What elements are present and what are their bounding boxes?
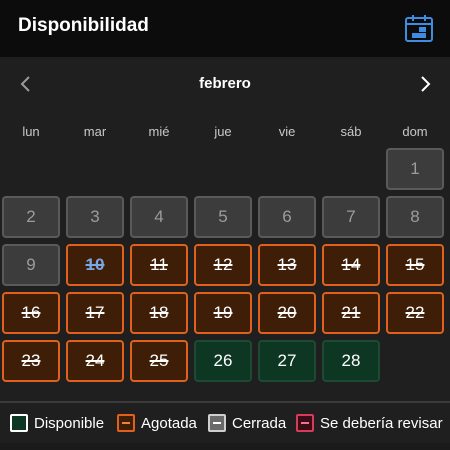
day-cell[interactable]: 11 [130, 244, 188, 286]
page-title: Disponibilidad [18, 15, 149, 36]
day-cell[interactable]: 21 [322, 292, 380, 334]
weekday-label: mié [148, 124, 170, 139]
legend-closed: Cerrada [208, 412, 286, 434]
soldout-swatch-icon [117, 414, 135, 432]
legend-closed-label: Cerrada [232, 414, 287, 432]
legend-soldout: Agotada [117, 412, 197, 434]
day-cell[interactable]: 22 [386, 292, 444, 334]
day-cell[interactable]: 27 [258, 340, 316, 382]
day-cell[interactable]: 25 [130, 340, 188, 382]
day-cell[interactable]: 7 [322, 196, 380, 238]
day-cell[interactable]: 2 [2, 196, 60, 238]
legend-bottom-strip [0, 443, 450, 450]
calendar-icon[interactable] [404, 13, 434, 43]
weekday-label: jue [214, 124, 232, 139]
day-cell[interactable]: 6 [258, 196, 316, 238]
chevron-right-icon[interactable] [413, 72, 437, 96]
day-cell[interactable]: 3 [66, 196, 124, 238]
day-cell[interactable]: 19 [194, 292, 252, 334]
day-cell[interactable]: 12 [194, 244, 252, 286]
day-cell[interactable]: 9 [2, 244, 60, 286]
day-cell[interactable]: 20 [258, 292, 316, 334]
review-swatch-icon [296, 414, 314, 432]
weekday-label: dom [402, 124, 428, 139]
day-cell[interactable]: 24 [66, 340, 124, 382]
weekday-label: lun [22, 124, 40, 139]
day-cell[interactable]: 28 [322, 340, 380, 382]
weekday-label: sáb [340, 124, 362, 139]
legend-review: Se debería revisar [296, 412, 443, 434]
weekday-label: vie [278, 124, 296, 139]
day-cell[interactable]: 23 [2, 340, 60, 382]
day-cell[interactable]: 14 [322, 244, 380, 286]
day-cell[interactable]: 4 [130, 196, 188, 238]
legend-divider [0, 401, 450, 403]
day-cell[interactable]: 26 [194, 340, 252, 382]
legend-soldout-label: Agotada [141, 414, 197, 432]
day-cell[interactable]: 16 [2, 292, 60, 334]
app-header: Disponibilidad [0, 0, 450, 57]
month-label: febrero [199, 75, 251, 92]
day-cell[interactable]: 15 [386, 244, 444, 286]
legend-available: Disponible [10, 412, 104, 434]
day-cell[interactable]: 5 [194, 196, 252, 238]
day-cell[interactable]: 13 [258, 244, 316, 286]
day-cell[interactable]: 18 [130, 292, 188, 334]
day-cell[interactable]: 8 [386, 196, 444, 238]
day-cell[interactable]: 10 [66, 244, 124, 286]
legend-review-label: Se debería revisar [320, 414, 443, 432]
available-swatch-icon [10, 414, 28, 432]
weekday-label: mar [83, 124, 107, 139]
legend-available-label: Disponible [34, 414, 105, 432]
day-cell[interactable]: 17 [66, 292, 124, 334]
closed-swatch-icon [208, 414, 226, 432]
day-cell[interactable]: 1 [386, 148, 444, 190]
